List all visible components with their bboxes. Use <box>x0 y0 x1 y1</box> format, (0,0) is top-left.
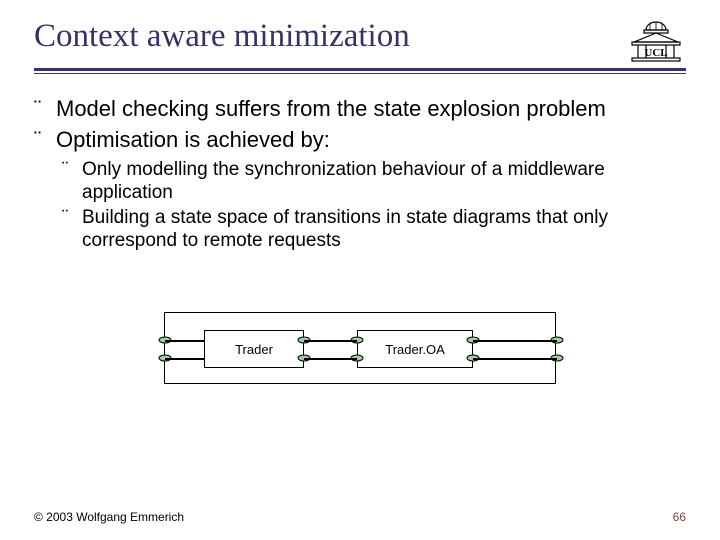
connector <box>304 340 357 341</box>
footer: © 2003 Wolfgang Emmerich 66 <box>34 510 686 524</box>
connector <box>473 340 557 341</box>
subbullet-2-text: Building a state space of transitions in… <box>82 206 686 252</box>
subbullet-1-text: Only modelling the synchronization behav… <box>82 158 686 204</box>
title-row: Context aware minimization UCL <box>34 18 686 62</box>
bullet-marker: ¨ <box>34 127 56 154</box>
slide: Context aware minimization UCL ¨ Mo <box>0 0 720 540</box>
bullet-marker: ¨ <box>62 206 82 252</box>
slide-title: Context aware minimization <box>34 18 410 55</box>
subbullet-1: ¨ Only modelling the synchronization beh… <box>62 158 686 204</box>
connector <box>473 358 557 359</box>
page-number: 66 <box>673 510 686 524</box>
bullet-1-text: Model checking suffers from the state ex… <box>56 96 606 123</box>
bullet-2-text: Optimisation is achieved by: <box>56 127 330 154</box>
component-trader-oa: Trader.OA <box>357 330 473 368</box>
component-diagram: Trader Trader.OA <box>164 312 556 384</box>
bullet-marker: ¨ <box>62 158 82 204</box>
connector <box>165 340 204 341</box>
subbullet-2: ¨ Building a state space of transitions … <box>62 206 686 252</box>
connector <box>165 358 204 359</box>
component-trader: Trader <box>204 330 304 368</box>
svg-text:UCL: UCL <box>644 47 667 59</box>
connector <box>304 358 357 359</box>
copyright: © 2003 Wolfgang Emmerich <box>34 510 184 524</box>
divider-thin <box>34 73 686 74</box>
divider-thick <box>34 68 686 71</box>
slide-body: ¨ Model checking suffers from the state … <box>34 96 686 252</box>
bullet-1: ¨ Model checking suffers from the state … <box>34 96 686 123</box>
bullet-marker: ¨ <box>34 96 56 123</box>
bullet-2: ¨ Optimisation is achieved by: <box>34 127 686 154</box>
ucl-logo: UCL <box>626 14 686 62</box>
